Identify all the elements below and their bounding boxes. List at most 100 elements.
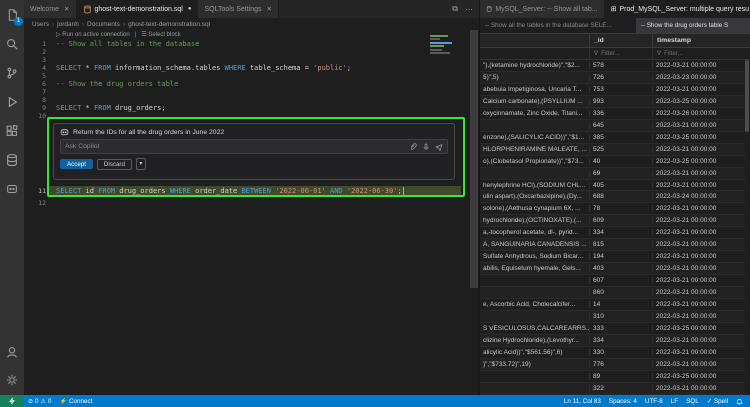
- copilot-inline-chat: Return the IDs for all the drug orders i…: [53, 123, 455, 180]
- result-row[interactable]: 692022-03-21 00:00:00: [480, 168, 745, 180]
- result-row[interactable]: enzone),(SALICYLIC ACID))","$1...3852022…: [480, 132, 745, 144]
- result-row[interactable]: hydrochloride),(OCTINOXATE),(...6092022-…: [480, 215, 745, 227]
- result-row[interactable]: abilis, Equisetum hyemale, Gels...403202…: [480, 263, 745, 275]
- vscode-window: 1 Welco: [0, 0, 750, 407]
- minimap-line: [430, 45, 444, 47]
- line-number: 6: [24, 80, 46, 88]
- result-row[interactable]: a,-tocopherol acetate, dl-, pyrid...3342…: [480, 227, 745, 239]
- result-cell-details: A, SANGUINARIA CANADENSIS ...: [480, 241, 589, 248]
- result-row[interactable]: 3102022-03-21 00:00:00: [480, 311, 745, 323]
- search-icon[interactable]: [1, 34, 23, 54]
- indentation-status[interactable]: Spaces: 4: [605, 398, 641, 405]
- result-row[interactable]: ulin aspart),(Oxcarbazepine),(Dy...68820…: [480, 191, 745, 203]
- result-row[interactable]: 8602022-03-21 00:00:00: [480, 287, 745, 299]
- filter-cell-details[interactable]: [480, 48, 589, 59]
- problems-status[interactable]: ⊘ 0 ⚠ 0: [24, 398, 55, 405]
- run-debug-icon[interactable]: [1, 92, 23, 112]
- result-cell-timestamp: 2022-03-25 00:00:00: [652, 158, 745, 165]
- column-header-id[interactable]: _id: [589, 34, 652, 47]
- filter-cell-id[interactable]: ∇ Filter...: [589, 48, 652, 59]
- status-bar: ⊘ 0 ⚠ 0 ⚡ Connect Ln 11, Col 83 Spaces: …: [0, 395, 750, 407]
- line-col-status[interactable]: Ln 11, Col 83: [560, 398, 605, 405]
- result-cell-details: solone),(Aethusa cynapium 6X, ...: [480, 205, 589, 212]
- result-cell-timestamp: 2022-03-25 00:00:00: [652, 98, 745, 105]
- spell-status[interactable]: ✓ Spell: [703, 398, 732, 405]
- results-grid[interactable]: "),(ketamine hydrochloride)","$2...57820…: [480, 60, 745, 395]
- column-header-timestamp[interactable]: timestamp: [652, 34, 745, 47]
- run-codelens[interactable]: ▷ Run on active connection: [56, 31, 130, 38]
- remote-indicator[interactable]: [0, 395, 24, 407]
- result-row[interactable]: alicylic Acid))","$561.56)",6)3302022-03…: [480, 347, 745, 359]
- result-row[interactable]: S VESICULOSUS,CALCAREARRS...3332022-03-2…: [480, 323, 745, 335]
- code-token: ;: [397, 187, 401, 195]
- language-status[interactable]: SQL: [682, 398, 703, 405]
- discard-button[interactable]: Discard: [97, 159, 132, 170]
- result-row[interactable]: e, Ascorbic Acid, Cholecalcifer...142022…: [480, 299, 745, 311]
- subtab-show-all-tables[interactable]: -- Show all the tables in the database S…: [480, 18, 636, 33]
- notifications-bell[interactable]: [732, 398, 747, 405]
- copilot-input[interactable]: Ask Copilot: [60, 139, 448, 154]
- results-scrollbar[interactable]: [745, 60, 749, 132]
- minimap[interactable]: [428, 33, 456, 123]
- line-number: 11: [24, 187, 46, 195]
- explorer-icon[interactable]: 1: [1, 5, 23, 25]
- tab-prod-mysql-server-results[interactable]: ⊞ Prod_MySQL_Server: multiple query resu…: [605, 0, 750, 18]
- filter-cell-timestamp[interactable]: ∇ Filter...: [652, 48, 745, 59]
- code-token: 'public': [313, 64, 347, 72]
- editor-scrollbar[interactable]: [470, 30, 478, 288]
- code-editor[interactable]: ▷ Run on active connection | ☰ Select bl…: [24, 0, 479, 395]
- result-row[interactable]: clizine Hydrochloride),(Levothyr...33420…: [480, 335, 745, 347]
- code-line[interactable]: SELECT id FROM drug_orders WHERE order_d…: [56, 187, 404, 195]
- result-row[interactable]: 5)",5)7262022-03-23 00:00:00: [480, 72, 745, 84]
- tab-mysql-server-results[interactable]: MySQL_Server: -- Show all tab...: [480, 0, 605, 18]
- result-cell-details: e, Ascorbic Acid, Cholecalcifer...: [480, 301, 589, 308]
- database-icon[interactable]: [1, 150, 23, 170]
- result-cell-id: 333: [589, 325, 652, 332]
- select-block-codelens[interactable]: ☰ Select block: [141, 31, 180, 38]
- connect-status[interactable]: ⚡ Connect: [55, 398, 96, 405]
- result-row[interactable]: Sulfate Anhydrous, Sodium Bicar...194202…: [480, 251, 745, 263]
- result-row[interactable]: o),(Clobetasol Propionate))","$73...4020…: [480, 156, 745, 168]
- result-row[interactable]: HLORPHENIRAMINE MALEATE, ...5252022-03-2…: [480, 144, 745, 156]
- code-line[interactable]: -- Show the drug orders table: [56, 80, 178, 88]
- code-line[interactable]: SELECT * FROM drug_orders;: [56, 104, 166, 112]
- result-row[interactable]: A, SANGUINARIA CANADENSIS ...8152022-03-…: [480, 239, 745, 251]
- column-header-details[interactable]: [480, 34, 589, 47]
- code-token: id: [81, 187, 98, 195]
- code-line[interactable]: -- Show all tables in the database: [56, 40, 199, 48]
- code-token: SELECT: [56, 187, 81, 195]
- attach-paperclip-icon[interactable]: [409, 143, 417, 151]
- encoding-status[interactable]: UTF-8: [641, 398, 667, 405]
- eol-status[interactable]: LF: [667, 398, 682, 405]
- result-cell-timestamp: 2022-03-21 00:00:00: [652, 146, 745, 153]
- result-cell-timestamp: 2022-03-21 00:00:00: [652, 289, 745, 296]
- result-row[interactable]: 3222022-03-21 00:00:00: [480, 383, 745, 395]
- copilot-chat-icon[interactable]: [1, 179, 23, 199]
- settings-gear-icon[interactable]: [1, 370, 23, 390]
- accept-button[interactable]: Accept: [60, 159, 93, 169]
- extensions-icon[interactable]: [1, 121, 23, 141]
- result-row[interactable]: "),(ketamine hydrochloride)","$2...57820…: [480, 60, 745, 72]
- result-row[interactable]: 6072022-03-21 00:00:00: [480, 275, 745, 287]
- line-number: 5: [24, 72, 46, 80]
- result-row[interactable]: 892022-03-25 00:00:00: [480, 371, 745, 383]
- result-cell-id: 322: [589, 385, 652, 392]
- result-row[interactable]: abebuia Impetiginosa, Uncaria T...753202…: [480, 84, 745, 96]
- result-row[interactable]: )","$733.72)",19)7762022-03-21 00:00:00: [480, 359, 745, 371]
- result-row[interactable]: oxycinnamate, Zinc Oxide, Titani...33620…: [480, 108, 745, 120]
- result-row[interactable]: Calcium carbonate),(PSYLLIUM ...9932022-…: [480, 96, 745, 108]
- microphone-icon[interactable]: [422, 143, 430, 151]
- send-icon[interactable]: [435, 143, 443, 151]
- check-icon: ✓: [707, 398, 712, 405]
- editor-group: Welcome ✕ ghost-text-demonstration.sql ●…: [24, 0, 479, 395]
- tab-label: MySQL_Server: -- Show all tab...: [495, 6, 597, 13]
- account-icon[interactable]: [1, 342, 23, 362]
- result-row[interactable]: 6452022-03-21 00:00:00: [480, 120, 745, 132]
- result-row[interactable]: solone),(Aethusa cynapium 6X, ...782022-…: [480, 203, 745, 215]
- subtab-show-drug-orders[interactable]: -- Show the drug orders table S: [636, 18, 750, 33]
- source-control-icon[interactable]: [1, 63, 23, 83]
- result-row[interactable]: henylephrine HCl),(SODIUM CHL...4052022-…: [480, 180, 745, 192]
- codelens: ▷ Run on active connection | ☰ Select bl…: [56, 31, 181, 38]
- code-line[interactable]: SELECT * FROM information_schema.tables …: [56, 64, 351, 72]
- discard-dropdown-icon[interactable]: ▾: [136, 158, 146, 170]
